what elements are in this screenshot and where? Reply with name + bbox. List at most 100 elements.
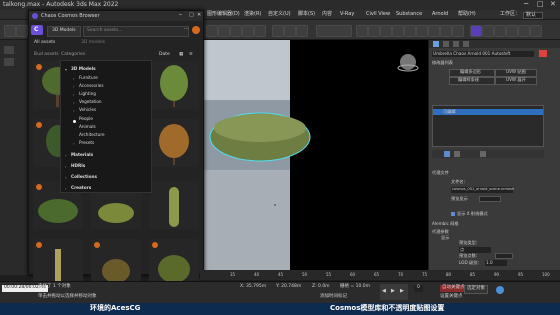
menu-item[interactable]: Civil View xyxy=(366,12,390,17)
next-frame-icon[interactable]: ▶ xyxy=(400,289,404,294)
play-icon[interactable]: ▶ xyxy=(391,289,395,294)
curve-editor-icon[interactable] xyxy=(392,25,404,37)
filter-select[interactable]: 选定对象 xyxy=(464,285,488,294)
percent-snap-icon[interactable] xyxy=(296,25,308,37)
categories-label[interactable]: Categories xyxy=(61,52,85,58)
move-icon[interactable] xyxy=(230,25,242,37)
preview-count-field[interactable] xyxy=(495,253,513,259)
mirror-icon[interactable] xyxy=(356,25,368,37)
link-icon[interactable] xyxy=(206,25,218,37)
asset-thumbnail[interactable] xyxy=(149,61,199,109)
category-item[interactable]: People xyxy=(79,116,93,121)
angle-snap-icon[interactable] xyxy=(284,25,296,37)
scale-icon[interactable] xyxy=(254,25,266,37)
redo-icon[interactable] xyxy=(16,25,28,37)
frame-field[interactable]: 0 xyxy=(414,285,423,292)
cosmos-minimize-icon[interactable]: ─ xyxy=(179,13,182,18)
render-frame-icon[interactable] xyxy=(440,25,452,37)
material-editor-icon[interactable] xyxy=(416,25,428,37)
asset-thumbnail[interactable] xyxy=(149,239,199,287)
category-3d-models[interactable]: 3D Models xyxy=(71,66,96,71)
menu-item[interactable]: 内容 xyxy=(322,12,332,17)
lod-field[interactable]: 1.0 xyxy=(485,260,507,267)
category-item[interactable]: Animals xyxy=(79,124,96,129)
category-item[interactable]: Accessories xyxy=(79,83,104,88)
frame-buffer-icon[interactable] xyxy=(506,25,518,37)
selection-tool-icon[interactable] xyxy=(4,58,14,66)
rotate-icon[interactable] xyxy=(242,25,254,37)
asset-thumbnail[interactable] xyxy=(91,239,141,287)
arnold-icon[interactable] xyxy=(494,25,506,37)
cosmos-icon[interactable] xyxy=(470,25,482,37)
search-input[interactable]: Search assets... xyxy=(83,26,189,37)
maximize-icon[interactable]: □ xyxy=(537,1,544,8)
show-end-result-icon[interactable] xyxy=(454,151,460,157)
menu-item[interactable]: 渲染(R) xyxy=(244,12,261,17)
motion-tab-icon[interactable] xyxy=(463,41,469,47)
group-materials[interactable]: Materials xyxy=(71,152,93,157)
x-coordinate[interactable]: X: 35.795m xyxy=(240,284,266,290)
prev-frame-icon[interactable]: ◀ xyxy=(382,289,386,294)
minimize-icon[interactable]: ─ xyxy=(524,1,528,8)
edit-spline-button[interactable]: 编辑样条线 xyxy=(449,77,495,85)
list-view-icon[interactable]: ≡ xyxy=(189,52,193,58)
cosmos-close-icon[interactable]: ✕ xyxy=(197,13,201,18)
viewport-label-icon[interactable] xyxy=(4,46,14,54)
align-icon[interactable] xyxy=(368,25,380,37)
menu-item[interactable]: 脚本(S) xyxy=(298,12,315,17)
close-icon[interactable]: ✕ xyxy=(550,1,556,8)
sort-select[interactable]: Date xyxy=(159,52,170,58)
category-item[interactable]: Presets xyxy=(79,140,94,145)
category-item[interactable]: Vegetation xyxy=(79,99,102,104)
menu-item[interactable]: 帮助(H) xyxy=(458,12,476,17)
more-tools-icon[interactable] xyxy=(530,25,542,37)
modify-tab-icon[interactable] xyxy=(443,41,449,47)
light-lister-icon[interactable] xyxy=(518,25,530,37)
category-item[interactable]: Lighting xyxy=(79,91,96,96)
preview-field[interactable] xyxy=(479,196,501,202)
menu-item[interactable]: 自定义(U) xyxy=(268,12,291,17)
file-field[interactable]: cosmos_001_arnold_scene.vrmesh xyxy=(451,187,514,193)
edit-poly-button[interactable]: 编辑多边形 xyxy=(449,69,495,77)
uvw-unwrap-button[interactable]: UVW 展开 xyxy=(495,77,537,85)
category-item[interactable]: Furniture xyxy=(79,75,98,80)
select-icon[interactable] xyxy=(218,25,230,37)
object-color-swatch[interactable] xyxy=(539,50,547,57)
tab-all-assets[interactable]: All assets xyxy=(34,40,55,46)
viewport[interactable] xyxy=(200,40,428,275)
user-avatar[interactable] xyxy=(192,26,200,34)
playback-controls[interactable]: ◀ ▶ ▶ xyxy=(380,284,408,300)
workspace-select[interactable]: 默认 xyxy=(523,12,544,19)
pin-stack-icon[interactable] xyxy=(444,151,450,157)
render-setup-icon[interactable] xyxy=(428,25,440,37)
cosmos-maximize-icon[interactable]: □ xyxy=(189,13,194,18)
modifier-list-label[interactable]: 修改器列表 xyxy=(432,60,453,65)
more-options-icon[interactable]: ⋯ xyxy=(184,27,189,32)
group-collections[interactable]: Collections xyxy=(71,174,97,179)
key-filter-icon[interactable] xyxy=(496,286,504,294)
group-hdris[interactable]: HDRIs xyxy=(71,163,85,168)
asset-thumbnail[interactable] xyxy=(149,119,199,167)
remove-modifier-icon[interactable] xyxy=(480,151,486,157)
xray-checkbox[interactable] xyxy=(451,212,455,216)
asset-type-dropdown[interactable]: 3D Models xyxy=(47,26,81,37)
tab-ratings[interactable]: 3D models xyxy=(81,40,105,46)
proxy-params-rollout[interactable]: 代理参数 xyxy=(432,229,449,234)
timeline-ruler[interactable]: 35 40 45 50 55 60 65 70 75 80 85 90 95 1… xyxy=(200,270,560,280)
category-item[interactable]: Architecture xyxy=(79,132,105,137)
z-coordinate[interactable]: Z: 0.0m xyxy=(312,284,330,290)
menu-item[interactable]: 图形编辑器(D) xyxy=(207,12,240,17)
snap-icon[interactable] xyxy=(272,25,284,37)
named-selection-field[interactable] xyxy=(316,25,352,37)
hierarchy-tab-icon[interactable] xyxy=(453,41,459,47)
create-tab-icon[interactable] xyxy=(433,41,439,47)
menu-item[interactable]: Substance xyxy=(396,12,422,17)
asset-thumbnail[interactable] xyxy=(33,239,83,287)
vray-icon[interactable] xyxy=(482,25,494,37)
grid-view-icon[interactable]: ▦ xyxy=(179,52,183,58)
object-name-field[interactable]: Umbrella Chaos Arnold 001 Autoshift xyxy=(432,51,534,58)
auto-key-button[interactable]: 自动关键点 xyxy=(440,285,467,292)
render-icon[interactable] xyxy=(452,25,464,37)
stack-item-selected[interactable]: 可编辑 xyxy=(433,109,543,115)
alembic-rollout[interactable]: Alembic 网格 xyxy=(432,221,459,226)
